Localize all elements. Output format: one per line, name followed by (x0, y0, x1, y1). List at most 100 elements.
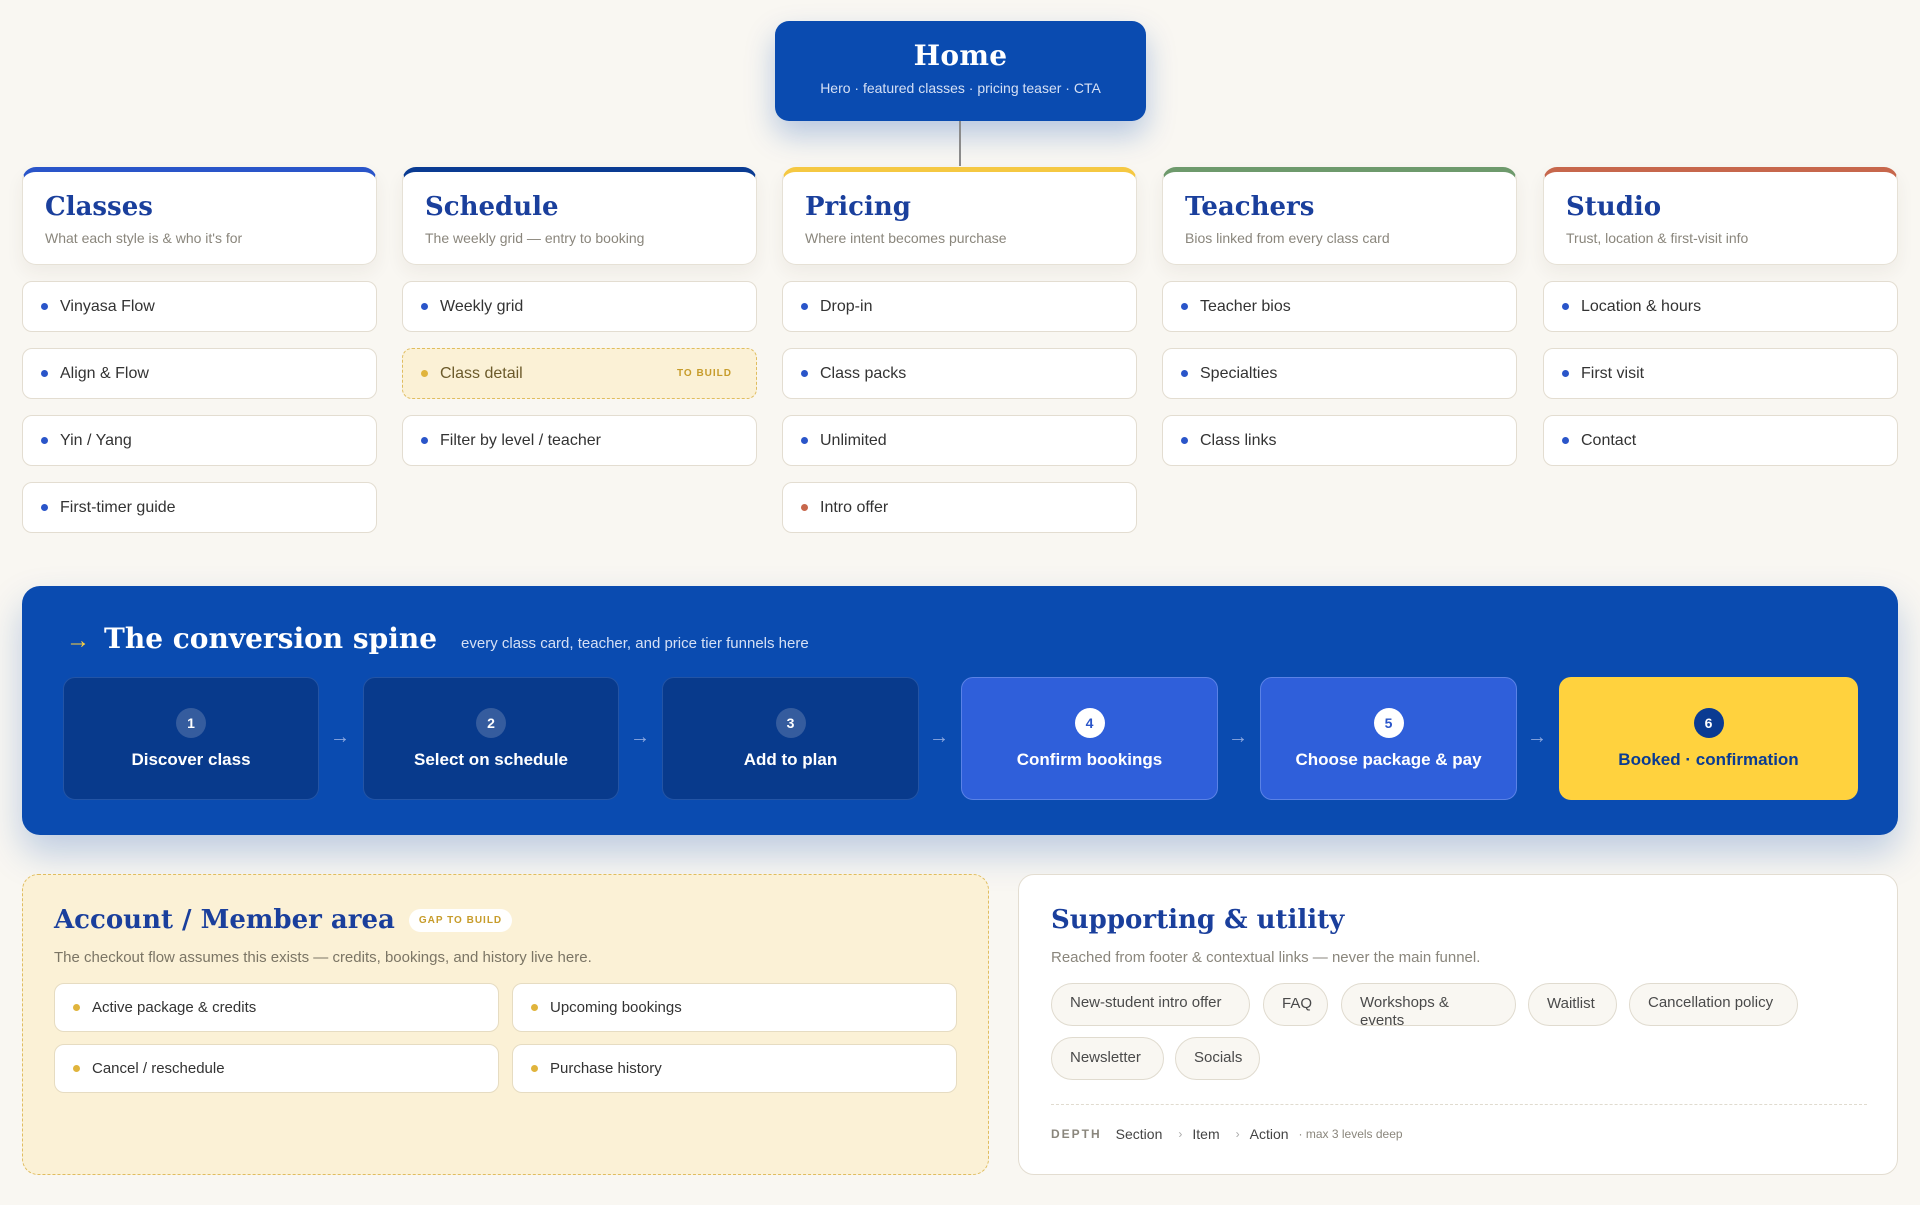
chip-faq[interactable]: FAQ (1263, 983, 1328, 1026)
nav-item[interactable]: Drop-in (782, 281, 1137, 332)
spine-step-add[interactable]: 3 Add to plan (662, 677, 919, 800)
bullet-dot (41, 370, 48, 377)
account-item[interactable]: Active package & credits (54, 983, 499, 1032)
section-header[interactable]: Schedule The weekly grid — entry to book… (402, 167, 757, 265)
section-title: Studio (1566, 192, 1662, 222)
nav-item[interactable]: Intro offer (782, 482, 1137, 533)
divider (1051, 1104, 1867, 1105)
spine-step-discover[interactable]: 1 Discover class (63, 677, 319, 800)
spine-step-booked[interactable]: 6 Booked · confirmation (1559, 677, 1858, 800)
account-item[interactable]: Cancel / reschedule (54, 1044, 499, 1093)
nav-item[interactable]: First-timer guide (22, 482, 377, 533)
step-number: 6 (1693, 707, 1724, 738)
bullet-dot (421, 370, 428, 377)
spine-subtitle: every class card, teacher, and price tie… (461, 635, 809, 652)
depth-level: Action (1249, 1126, 1289, 1142)
nav-item-label: Teacher bios (1200, 297, 1291, 315)
nav-item-label: Class detail (440, 364, 523, 382)
nav-item-label: Class links (1200, 431, 1277, 449)
section-schedule: Schedule The weekly grid — entry to book… (402, 167, 757, 466)
step-number: 4 (1074, 707, 1105, 738)
chip-intro-offer[interactable]: New-student intro offer (1051, 983, 1250, 1026)
bullet-dot (1181, 303, 1188, 310)
chip-cancellation[interactable]: Cancellation policy (1629, 983, 1798, 1026)
nav-item[interactable]: Weekly grid (402, 281, 757, 332)
bullet-dot (531, 1065, 538, 1072)
nav-item[interactable]: Contact (1543, 415, 1898, 466)
nav-item-label: Drop-in (820, 297, 873, 315)
spine-step-select[interactable]: 2 Select on schedule (363, 677, 619, 800)
nav-item-label: Filter by level / teacher (440, 431, 601, 449)
section-subtitle: Bios linked from every class card (1185, 230, 1390, 246)
bullet-dot (1562, 303, 1569, 310)
nav-item-label: Align & Flow (60, 364, 149, 382)
nav-item-to-build[interactable]: Class detail TO BUILD (402, 348, 757, 399)
section-classes: Classes What each style is & who it's fo… (22, 167, 377, 533)
section-subtitle: Where intent becomes purchase (805, 230, 1007, 246)
account-subtitle: The checkout flow assumes this exists — … (54, 949, 592, 966)
nav-item-label: Specialties (1200, 364, 1278, 382)
section-title: Schedule (425, 192, 559, 222)
arrow-right-icon: → (1228, 726, 1248, 748)
spine-step-confirm[interactable]: 4 Confirm bookings (961, 677, 1218, 800)
section-header[interactable]: Studio Trust, location & first-visit inf… (1543, 167, 1898, 265)
nav-item[interactable]: Align & Flow (22, 348, 377, 399)
support-title: Supporting & utility (1051, 905, 1345, 935)
nav-item[interactable]: Teacher bios (1162, 281, 1517, 332)
chip-newsletter[interactable]: Newsletter (1051, 1037, 1164, 1080)
bullet-dot (73, 1004, 80, 1011)
section-header[interactable]: Teachers Bios linked from every class ca… (1162, 167, 1517, 265)
nav-item[interactable]: Vinyasa Flow (22, 281, 377, 332)
home-node[interactable]: Home Hero · featured classes · pricing t… (775, 21, 1146, 121)
bullet-dot (73, 1065, 80, 1072)
nav-item-label: Intro offer (820, 498, 889, 516)
chip-workshops[interactable]: Workshops & events (1341, 983, 1516, 1029)
step-label: Add to plan (743, 749, 838, 769)
step-label: Booked · confirmation (1618, 749, 1799, 769)
account-item-label: Upcoming bookings (550, 999, 682, 1016)
chip-socials[interactable]: Socials (1175, 1037, 1260, 1080)
section-header[interactable]: Classes What each style is & who it's fo… (22, 167, 377, 265)
spine-title: The conversion spine (104, 622, 438, 655)
section-title: Classes (45, 192, 153, 222)
supporting-utility: Supporting & utility Reached from footer… (1018, 874, 1898, 1175)
chip-waitlist[interactable]: Waitlist (1528, 983, 1617, 1026)
spine-step-pay[interactable]: 5 Choose package & pay (1260, 677, 1517, 800)
nav-item[interactable]: First visit (1543, 348, 1898, 399)
section-teachers: Teachers Bios linked from every class ca… (1162, 167, 1517, 466)
arrow-right-icon: → (1527, 726, 1547, 748)
account-member-area: Account / Member area GAP TO BUILD The c… (22, 874, 989, 1175)
gap-to-build-badge: GAP TO BUILD (408, 908, 513, 932)
bullet-dot (1181, 437, 1188, 444)
account-item-label: Purchase history (550, 1060, 662, 1077)
section-title: Pricing (805, 192, 911, 222)
conversion-spine: → The conversion spine every class card,… (22, 586, 1898, 835)
nav-item[interactable]: Yin / Yang (22, 415, 377, 466)
nav-item[interactable]: Filter by level / teacher (402, 415, 757, 466)
home-subtitle: Hero · featured classes · pricing teaser… (820, 80, 1101, 96)
nav-item[interactable]: Class packs (782, 348, 1137, 399)
nav-item-label: Class packs (820, 364, 907, 382)
depth-note: · max 3 levels deep (1298, 1127, 1403, 1141)
nav-item[interactable]: Specialties (1162, 348, 1517, 399)
nav-item[interactable]: Unlimited (782, 415, 1137, 466)
bullet-dot (801, 303, 808, 310)
step-label: Select on schedule (414, 749, 568, 769)
section-title: Teachers (1185, 192, 1315, 222)
bullet-dot (41, 504, 48, 511)
step-label: Discover class (131, 749, 251, 769)
nav-item[interactable]: Location & hours (1543, 281, 1898, 332)
bullet-dot (801, 504, 808, 511)
arrow-right-icon: → (330, 726, 350, 748)
step-number: 1 (176, 707, 206, 738)
depth-legend: DEPTH Section › Item › Action · max 3 le… (1051, 1126, 1403, 1142)
depth-level: Section (1115, 1126, 1163, 1142)
account-item[interactable]: Upcoming bookings (512, 983, 957, 1032)
nav-item-label: Weekly grid (440, 297, 524, 315)
nav-item-label: First-timer guide (60, 498, 176, 516)
section-header[interactable]: Pricing Where intent becomes purchase (782, 167, 1137, 265)
depth-level: Item (1192, 1126, 1220, 1142)
nav-item[interactable]: Class links (1162, 415, 1517, 466)
account-item[interactable]: Purchase history (512, 1044, 957, 1093)
section-subtitle: What each style is & who it's for (45, 230, 243, 246)
